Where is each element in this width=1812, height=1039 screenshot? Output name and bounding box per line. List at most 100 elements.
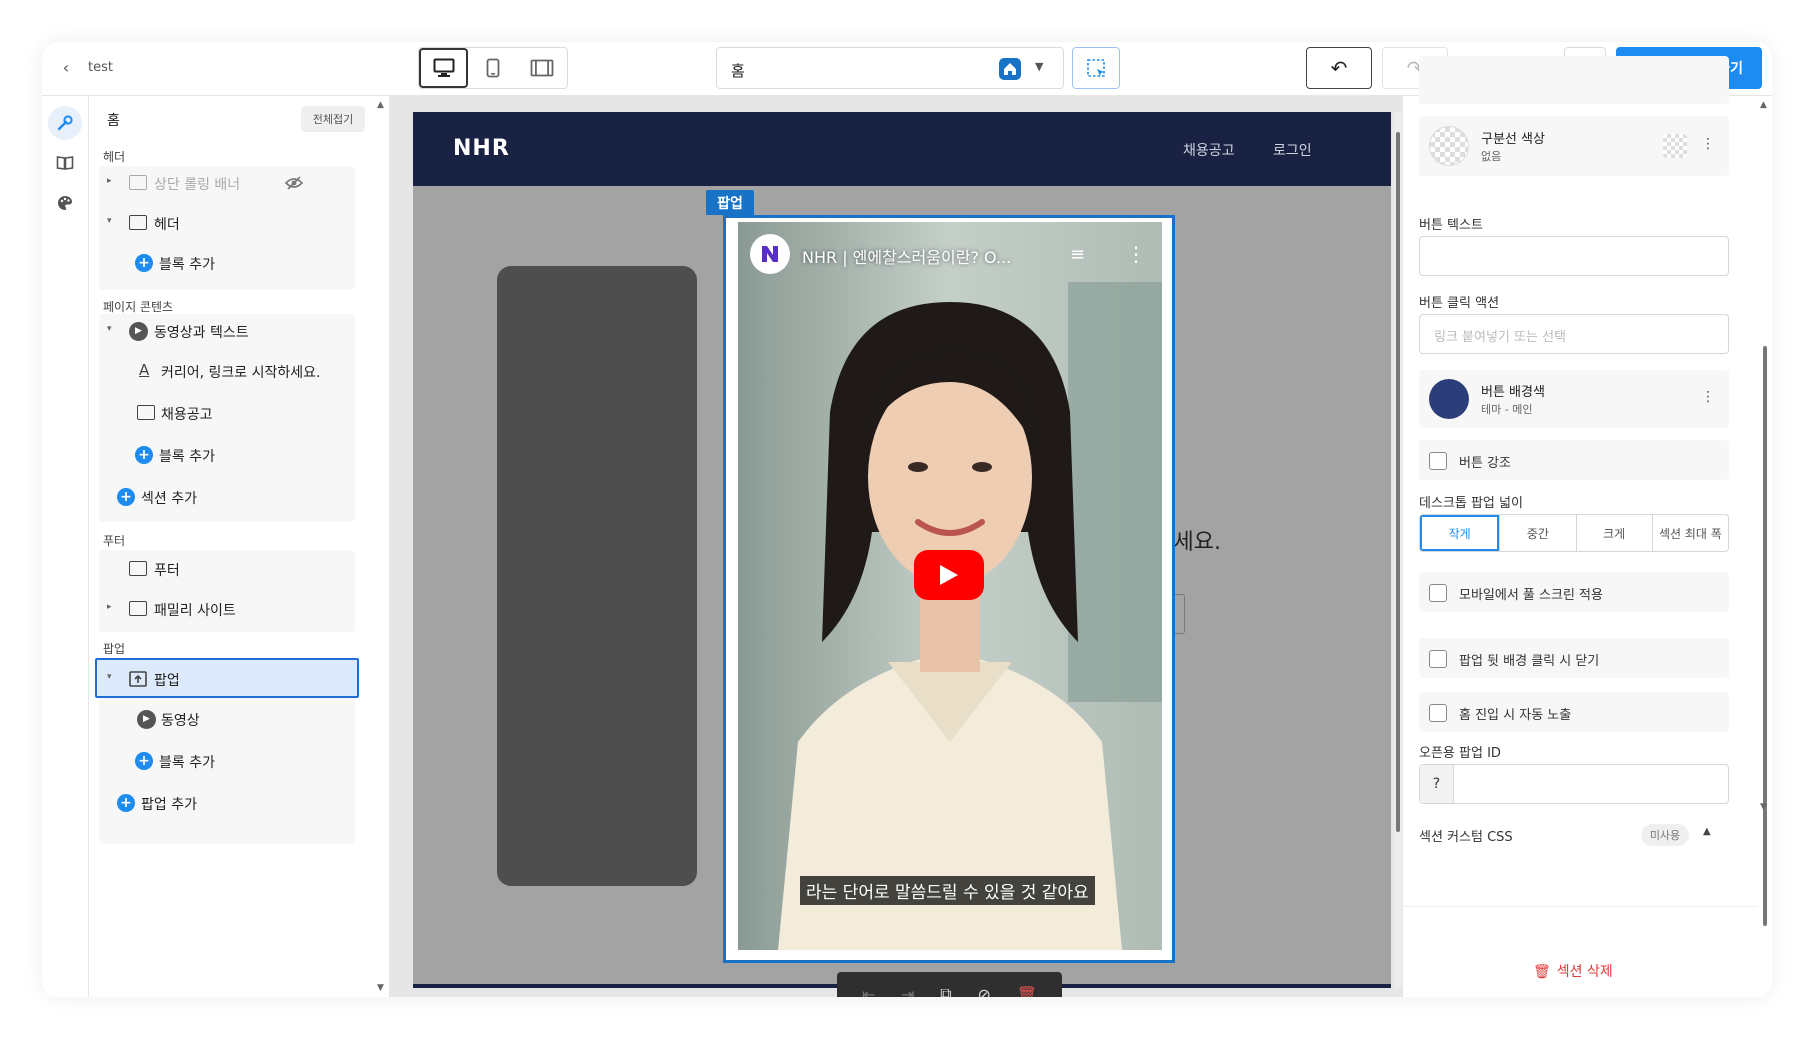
copy-icon[interactable]: ⧉ bbox=[940, 984, 951, 997]
scroll-thumb[interactable] bbox=[1396, 132, 1400, 832]
kebab-menu-icon[interactable]: ⋮ bbox=[1701, 389, 1715, 405]
auto-show-row[interactable]: 홈 진입 시 자동 노출 bbox=[1419, 692, 1729, 732]
eye-off-icon[interactable]: ⊘ bbox=[978, 985, 991, 998]
kebab-menu-icon[interactable]: ⋮ bbox=[1126, 242, 1146, 266]
collapse-all-button[interactable]: 전체접기 bbox=[301, 106, 365, 132]
plus-icon: + bbox=[135, 752, 153, 770]
layer-add-block-popup[interactable]: + 블록 추가 bbox=[99, 744, 355, 778]
youtube-play-button[interactable] bbox=[914, 550, 984, 600]
settings-scrollbar[interactable]: ▲ ▼ bbox=[1758, 96, 1772, 997]
layer-video[interactable]: ▶ 동영상 bbox=[99, 702, 355, 736]
indent-decrease-icon[interactable]: ⇤ bbox=[862, 985, 875, 998]
chevron-up-icon[interactable]: ▲ bbox=[1703, 826, 1711, 837]
play-circle-icon: ▶ bbox=[137, 710, 156, 729]
divider-color-card[interactable]: 구분선 색상 없음 ⋮ bbox=[1419, 116, 1729, 176]
open-id-prefix: ? bbox=[1420, 765, 1454, 803]
channel-avatar[interactable] bbox=[750, 234, 790, 274]
layer-label: 상단 롤링 배너 bbox=[154, 177, 241, 193]
width-option-small[interactable]: 작게 bbox=[1420, 515, 1500, 551]
scroll-thumb[interactable] bbox=[1763, 346, 1767, 926]
close-on-bg-row[interactable]: 팝업 뒷 배경 클릭 시 닫기 bbox=[1419, 638, 1729, 678]
video-title[interactable]: NHR | 엔에찰스러움이란? O... bbox=[802, 244, 1011, 268]
rail-editor-button[interactable] bbox=[48, 106, 82, 140]
layer-add-block-content[interactable]: + 블록 추가 bbox=[99, 438, 355, 472]
mobile-view-button[interactable] bbox=[468, 48, 517, 88]
site-nav-jobs[interactable]: 채용공고 bbox=[1183, 140, 1235, 160]
layer-popup[interactable]: ▾ 팝업 bbox=[95, 658, 359, 698]
rail-theme-button[interactable] bbox=[48, 186, 82, 220]
open-id-label: 오픈용 팝업 ID bbox=[1419, 746, 1501, 761]
layer-video-text[interactable]: ▾ ▶ 동영상과 텍스트 bbox=[99, 314, 355, 348]
site-header[interactable]: NHR 채용공고 로그인 bbox=[413, 112, 1391, 186]
plus-icon: + bbox=[117, 794, 135, 812]
chevron-right-icon: ▸ bbox=[107, 176, 112, 186]
width-option-max[interactable]: 섹션 최대 폭 bbox=[1651, 515, 1728, 551]
eye-off-icon[interactable] bbox=[285, 175, 303, 191]
play-circle-icon: ▶ bbox=[129, 322, 148, 341]
scroll-down-icon[interactable]: ▼ bbox=[1760, 802, 1767, 812]
delete-section-label: 섹션 삭제 bbox=[1556, 964, 1613, 980]
layer-top-banner[interactable]: ▸ 상단 롤링 배너 bbox=[99, 166, 355, 200]
button-bg-swatch[interactable] bbox=[1429, 379, 1469, 419]
settings-card-top bbox=[1419, 56, 1729, 104]
button-action-placeholder: 링크 붙여넣기 또는 선택 bbox=[1434, 330, 1566, 345]
layer-family-site[interactable]: ▸ 패밀리 사이트 bbox=[99, 592, 355, 626]
divider bbox=[1403, 906, 1759, 907]
button-text-input[interactable] bbox=[1419, 236, 1729, 276]
editor-app: ‹ test 홈 ▼ ↶ ↷ ••• 변경사항 저장하기 bbox=[42, 42, 1772, 997]
button-action-input[interactable]: 링크 붙여넣기 또는 선택 bbox=[1419, 314, 1729, 354]
button-bg-label: 버튼 배경색 bbox=[1481, 385, 1545, 400]
mobile-fullscreen-row[interactable]: 모바일에서 풀 스크린 적용 bbox=[1419, 572, 1729, 612]
scroll-down-icon[interactable]: ▼ bbox=[377, 983, 384, 993]
popup-preview[interactable]: NHR | 엔에찰스러움이란? O... ≡ ⋮ 라는 단어로 말씀드릴 수 있… bbox=[723, 215, 1175, 963]
button-emphasis-row[interactable]: 버튼 강조 bbox=[1419, 440, 1729, 480]
playlist-icon[interactable]: ≡ bbox=[1070, 244, 1085, 265]
desktop-view-button[interactable] bbox=[419, 48, 469, 88]
button-bg-card[interactable]: 버튼 배경색 테마 - 메인 ⋮ bbox=[1419, 370, 1729, 428]
auto-show-checkbox[interactable] bbox=[1429, 704, 1447, 722]
mobile-fullscreen-checkbox[interactable] bbox=[1429, 584, 1447, 602]
fullwidth-view-button[interactable] bbox=[518, 48, 567, 88]
button-text-label: 버튼 텍스트 bbox=[1419, 218, 1483, 233]
back-arrow-icon[interactable]: ‹ bbox=[56, 58, 76, 78]
undo-icon: ↶ bbox=[1330, 56, 1348, 80]
mobile-fullscreen-label: 모바일에서 풀 스크린 적용 bbox=[1459, 588, 1603, 603]
width-option-medium[interactable]: 중간 bbox=[1499, 515, 1575, 551]
layer-add-popup[interactable]: + 팝업 추가 bbox=[99, 786, 355, 820]
kebab-menu-icon[interactable]: ⋮ bbox=[1701, 136, 1715, 152]
chevron-right-icon: ▸ bbox=[107, 602, 112, 612]
open-id-input[interactable]: ? bbox=[1419, 764, 1729, 804]
youtube-video[interactable]: NHR | 엔에찰스러움이란? O... ≡ ⋮ 라는 단어로 말씀드릴 수 있… bbox=[738, 222, 1162, 950]
undo-button[interactable]: ↶ bbox=[1306, 47, 1372, 89]
scroll-up-icon[interactable]: ▲ bbox=[377, 100, 384, 110]
site-logo[interactable]: NHR bbox=[453, 136, 510, 161]
section-icon bbox=[129, 561, 147, 576]
close-on-bg-checkbox[interactable] bbox=[1429, 650, 1447, 668]
group-label-footer: 푸터 bbox=[103, 534, 126, 548]
auto-show-label: 홈 진입 시 자동 노출 bbox=[1459, 708, 1572, 723]
button-bg-value: 테마 - 메인 bbox=[1481, 403, 1533, 416]
button-emphasis-checkbox[interactable] bbox=[1429, 452, 1447, 470]
layer-text-career[interactable]: A 커리어, 링크로 시작하세요. bbox=[99, 354, 355, 388]
scroll-up-icon[interactable]: ▲ bbox=[1760, 100, 1767, 110]
delete-section-button[interactable]: 🗑 섹션 삭제 bbox=[1533, 961, 1613, 981]
layer-panel-scrollbar[interactable]: ▲ ▼ bbox=[375, 96, 389, 997]
layer-add-section[interactable]: + 섹션 추가 bbox=[99, 480, 355, 514]
indent-increase-icon[interactable]: ⇥ bbox=[901, 985, 914, 998]
color-picker-swatch[interactable] bbox=[1663, 134, 1687, 158]
layer-footer[interactable]: 푸터 bbox=[99, 552, 355, 586]
footer-group: 푸터 ▸ 패밀리 사이트 bbox=[99, 550, 355, 632]
width-option-large[interactable]: 크게 bbox=[1575, 515, 1652, 551]
page-selector[interactable]: 홈 ▼ bbox=[716, 47, 1064, 89]
site-nav-login[interactable]: 로그인 bbox=[1273, 140, 1312, 160]
selection-tool-button[interactable] bbox=[1072, 47, 1120, 89]
group-label-popup: 팝업 bbox=[103, 642, 126, 656]
trash-icon[interactable]: 🗑 bbox=[1017, 985, 1037, 998]
chevron-down-icon: ▼ bbox=[1035, 60, 1044, 73]
layer-jobs[interactable]: 채용공고 bbox=[99, 396, 355, 430]
rail-pages-button[interactable] bbox=[48, 146, 82, 180]
layer-header[interactable]: ▾ 헤더 bbox=[99, 206, 355, 240]
layer-add-block-header[interactable]: + 블록 추가 bbox=[99, 246, 355, 280]
layer-label: 헤더 bbox=[154, 217, 180, 233]
canvas-scrollbar[interactable] bbox=[1394, 112, 1402, 988]
